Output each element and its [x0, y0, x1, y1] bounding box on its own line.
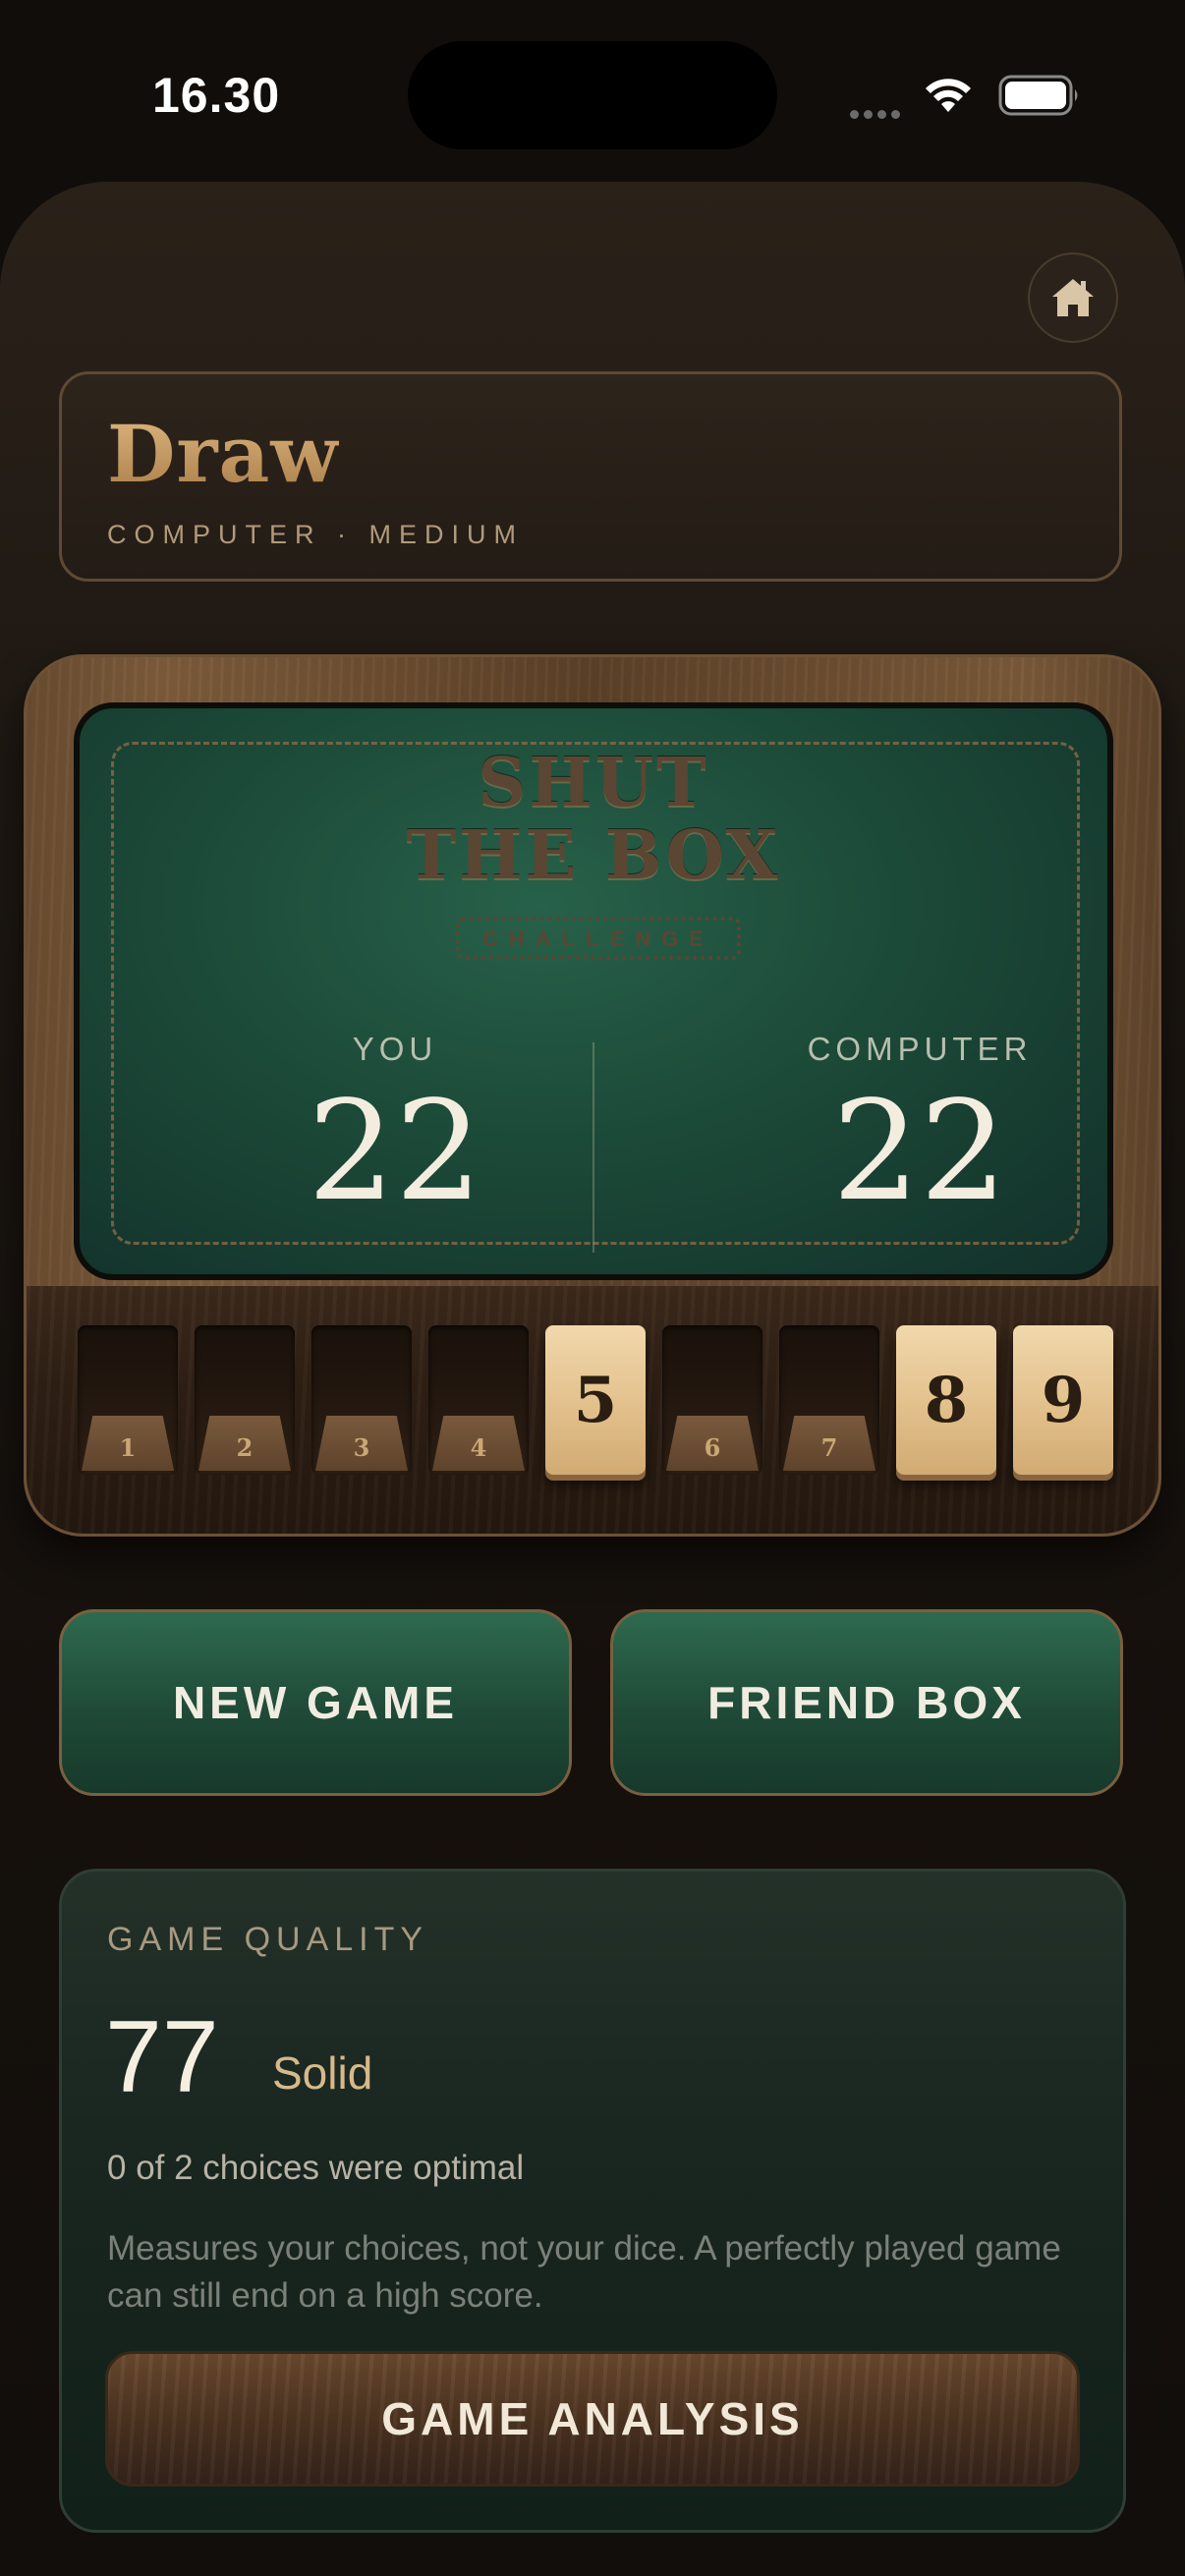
- player-score-computer: 22: [831, 1072, 1008, 1232]
- optimal-choices-text: 0 of 2 choices were optimal: [107, 2149, 525, 2187]
- logo-badge: CHALLENGE: [456, 917, 741, 960]
- result-card: Draw COMPUTER · MEDIUM: [59, 371, 1122, 582]
- game-quality-card: GAME QUALITY 77 Solid 0 of 2 choices wer…: [59, 1869, 1126, 2533]
- player-score-you: 22: [307, 1072, 483, 1232]
- tile-9[interactable]: 9: [1013, 1325, 1113, 1475]
- tile-1-label: 1: [82, 1416, 174, 1471]
- signal-icon: [850, 104, 905, 123]
- status-time: 16.30: [152, 68, 281, 123]
- quality-note: Measures your choices, not your dice. A …: [107, 2229, 1061, 2315]
- logo-line-1: SHUT: [478, 744, 709, 822]
- result-title: Draw: [107, 408, 340, 500]
- score-divider: [592, 1042, 594, 1253]
- friend-box-button[interactable]: FRIEND BOX: [610, 1609, 1123, 1796]
- tile-7[interactable]: 7: [779, 1325, 879, 1475]
- tile-5[interactable]: 5: [545, 1325, 646, 1475]
- home-icon: [1052, 279, 1094, 316]
- tile-6[interactable]: 6: [662, 1325, 762, 1475]
- home-button[interactable]: [1028, 252, 1118, 343]
- tile-8[interactable]: 8: [896, 1325, 996, 1475]
- game-analysis-button[interactable]: GAME ANALYSIS: [105, 2351, 1080, 2487]
- tile-1[interactable]: 1: [78, 1325, 178, 1475]
- tile-4-label: 4: [432, 1416, 525, 1471]
- wifi-icon: [926, 79, 971, 112]
- status-bar: 16.30: [0, 0, 1185, 187]
- new-game-button[interactable]: NEW GAME: [59, 1609, 572, 1796]
- tile-tray: 1 2 3 4 5 6 7 8 9: [27, 1286, 1158, 1534]
- player-label-computer: COMPUTER: [807, 1031, 1033, 1067]
- logo-line-2: THE BOX: [406, 816, 781, 895]
- felt-scoreboard: SHUT THE BOX CHALLENGE YOU 22 COMPUTER 2…: [74, 702, 1113, 1280]
- game-quality-rating: Solid: [272, 2047, 373, 2099]
- tile-2-label: 2: [198, 1416, 291, 1471]
- player-label-you: YOU: [352, 1031, 438, 1067]
- tile-3-label: 3: [315, 1416, 408, 1471]
- shut-the-box-board: SHUT THE BOX CHALLENGE YOU 22 COMPUTER 2…: [24, 654, 1161, 1537]
- dynamic-island: [408, 41, 777, 149]
- game-quality-label: GAME QUALITY: [107, 1921, 429, 1958]
- result-subtitle: COMPUTER · MEDIUM: [107, 520, 524, 549]
- tile-7-label: 7: [783, 1416, 875, 1471]
- tile-2[interactable]: 2: [195, 1325, 295, 1475]
- tile-4[interactable]: 4: [428, 1325, 529, 1475]
- tile-3[interactable]: 3: [311, 1325, 412, 1475]
- game-quality-score: 77: [105, 2000, 219, 2114]
- tile-6-label: 6: [666, 1416, 759, 1471]
- battery-icon: [998, 75, 1078, 116]
